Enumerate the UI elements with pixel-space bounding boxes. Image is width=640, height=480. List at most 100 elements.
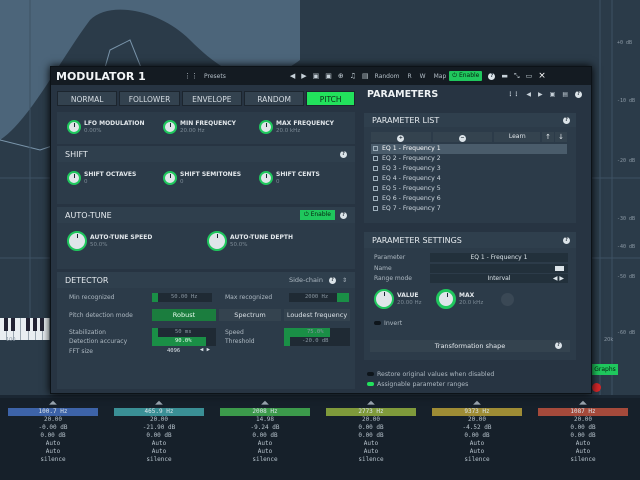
band-header-icon[interactable]: ◢◣	[0, 400, 106, 406]
band-mode[interactable]: Auto	[106, 440, 212, 448]
help-icon[interactable]: ?	[340, 150, 347, 158]
presets-icon[interactable]: ⋮⋮	[507, 91, 519, 98]
band-gain-secondary[interactable]: 0.00 dB	[530, 432, 636, 440]
help-icon[interactable]: ?	[563, 116, 570, 124]
checkbox-icon[interactable]	[373, 145, 378, 151]
band-mode-secondary[interactable]: Auto	[318, 448, 424, 456]
checkbox-icon[interactable]	[373, 165, 378, 171]
band-mode-secondary[interactable]: Auto	[212, 448, 318, 456]
help-icon[interactable]: ?	[328, 276, 336, 284]
mode-robust-button[interactable]: Robust	[152, 309, 216, 321]
help-icon[interactable]: ?	[488, 72, 496, 80]
undock-icon[interactable]: ▭	[526, 72, 533, 80]
band-gain[interactable]: -0.00 dB	[0, 424, 106, 432]
piano-key[interactable]	[21, 318, 30, 340]
record-indicator[interactable]	[592, 383, 601, 392]
tab-normal[interactable]: NORMAL	[57, 91, 118, 106]
band-q[interactable]: 14.98	[212, 416, 318, 424]
band-gain-secondary[interactable]: 0.00 dB	[212, 432, 318, 440]
band-frequency[interactable]: 2773 Hz	[326, 408, 416, 416]
mode-spectrum-button[interactable]: Spectrum	[219, 309, 281, 321]
keyboard-icon[interactable]	[555, 266, 564, 271]
band-header-icon[interactable]: ◢◣	[318, 400, 424, 406]
band-mode-secondary[interactable]: Auto	[106, 448, 212, 456]
band-mode-secondary[interactable]: Auto	[0, 448, 106, 456]
band-mode[interactable]: Auto	[318, 440, 424, 448]
shift-octaves-knob[interactable]	[67, 171, 81, 185]
clipboard-icon[interactable]: ▤	[362, 72, 369, 80]
band-gain[interactable]: -9.24 dB	[212, 424, 318, 432]
graphs-button[interactable]: Graphs	[592, 364, 618, 375]
band-gain-secondary[interactable]: 0.00 dB	[106, 432, 212, 440]
band-q[interactable]: 20.00	[424, 416, 530, 424]
band-frequency[interactable]: 1087 Hz	[538, 408, 628, 416]
tab-follower[interactable]: FOLLOWER	[119, 91, 180, 106]
write-button[interactable]: W	[420, 73, 426, 80]
move-down-button[interactable]: ↓	[555, 132, 568, 142]
autotune-depth-knob[interactable]	[207, 231, 227, 251]
random-button[interactable]: Random	[375, 73, 400, 80]
band-frequency[interactable]: 9373 Hz	[432, 408, 522, 416]
close-icon[interactable]: ×	[538, 71, 546, 81]
help-icon[interactable]: ?	[575, 90, 582, 98]
add-parameter-button[interactable]: +	[371, 132, 431, 142]
parameter-list-item[interactable]: EQ 5 - Frequency 5	[371, 184, 567, 194]
presets-icon[interactable]: ⋮⋮	[184, 72, 198, 80]
band-solo[interactable]: silence	[212, 456, 318, 464]
max-knob[interactable]	[436, 289, 456, 309]
save-icon[interactable]: ▣	[313, 72, 320, 80]
autotune-enable-button[interactable]: ⏻ Enable	[299, 210, 335, 220]
value-knob[interactable]	[374, 289, 394, 309]
band-mode[interactable]: Auto	[212, 440, 318, 448]
shift-semitones-knob[interactable]	[163, 171, 177, 185]
band-gain-secondary[interactable]: 0.00 dB	[0, 432, 106, 440]
next-preset-icon[interactable]: ▶	[301, 72, 306, 80]
band-solo[interactable]: silence	[106, 456, 212, 464]
map-button[interactable]: Map	[434, 73, 447, 80]
autotune-speed-knob[interactable]	[67, 231, 87, 251]
fft-size-stepper-icon[interactable]: ◀ ▶	[200, 347, 210, 353]
band-solo[interactable]: silence	[424, 456, 530, 464]
band-gain[interactable]: -21.90 dB	[106, 424, 212, 432]
band-solo[interactable]: silence	[0, 456, 106, 464]
piano-key[interactable]	[35, 318, 45, 340]
prev-icon[interactable]: ◀	[526, 91, 531, 98]
tab-pitch[interactable]: PITCH	[306, 91, 355, 106]
learn-button[interactable]: Learn	[494, 132, 541, 142]
lfo-modulation-knob[interactable]	[67, 120, 81, 134]
help-icon[interactable]: ?	[563, 236, 570, 244]
help-icon[interactable]: ?	[340, 211, 347, 219]
invert-toggle[interactable]: Invert	[374, 320, 402, 327]
save-icon[interactable]: ▣	[550, 91, 556, 98]
name-input[interactable]	[430, 264, 568, 273]
band-gain[interactable]: 0.00 dB	[318, 424, 424, 432]
parameter-list-item[interactable]: EQ 4 - Frequency 4	[371, 174, 567, 184]
min-frequency-knob[interactable]	[163, 120, 177, 134]
band-frequency[interactable]: 465.9 Hz	[114, 408, 204, 416]
band-gain-secondary[interactable]: 0.00 dB	[424, 432, 530, 440]
paste-icon[interactable]: ⊕	[338, 72, 344, 80]
sidechain-label[interactable]: Side-chain	[289, 276, 323, 284]
band-mode[interactable]: Auto	[0, 440, 106, 448]
prev-preset-icon[interactable]: ◀	[290, 72, 295, 80]
band-solo[interactable]: silence	[318, 456, 424, 464]
band-gain-secondary[interactable]: 0.00 dB	[318, 432, 424, 440]
range-mode-select[interactable]: Interval ◀ ▶	[430, 274, 568, 283]
band-header-icon[interactable]: ◢◣	[424, 400, 530, 406]
band-header-icon[interactable]: ◢◣	[106, 400, 212, 406]
max-frequency-knob[interactable]	[259, 120, 273, 134]
tab-envelope[interactable]: ENVELOPE	[181, 91, 242, 106]
band-q[interactable]: 20.00	[0, 416, 106, 424]
checkbox-icon[interactable]	[373, 195, 378, 201]
band-header-icon[interactable]: ◢◣	[530, 400, 636, 406]
band-solo[interactable]: silence	[530, 456, 636, 464]
copy-icon[interactable]: ▣	[325, 72, 332, 80]
band-gain[interactable]: 0.00 dB	[530, 424, 636, 432]
checkbox-icon[interactable]	[373, 175, 378, 181]
checkbox-icon[interactable]	[373, 155, 378, 161]
band-mode[interactable]: Auto	[424, 440, 530, 448]
mode-loudest-button[interactable]: Loudest frequency	[284, 309, 350, 321]
tab-random[interactable]: RANDOM	[243, 91, 305, 106]
band-mode[interactable]: Auto	[530, 440, 636, 448]
checkbox-icon[interactable]	[373, 185, 378, 191]
